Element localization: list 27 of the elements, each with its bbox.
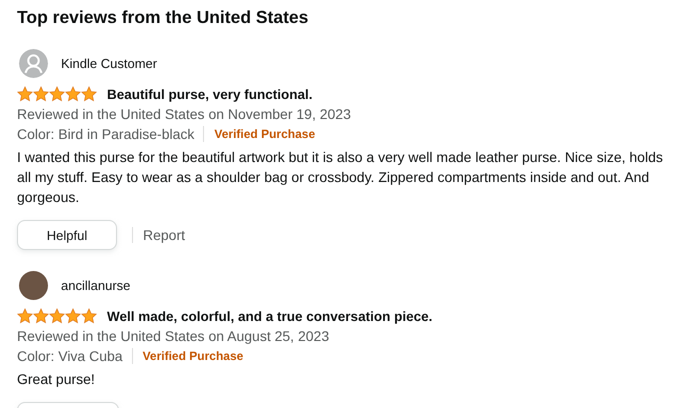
star-icon xyxy=(49,86,65,102)
review-text: I wanted this purse for the beautiful artwork but it is also a very well made leather purse. Nice size, holds all my stuff. Easy to wear as a shoulder bag or crossbody. Zippered compartments inside and out. And gorgeous. xyxy=(17,148,664,207)
avatar-photo-placeholder xyxy=(19,270,48,300)
review-date: Reviewed in the United States on November 19, 2023 xyxy=(17,105,352,124)
star-icon xyxy=(49,308,65,324)
star-icon xyxy=(17,86,33,102)
review-text: Great purse! xyxy=(17,370,96,389)
report-link[interactable]: Report xyxy=(132,227,186,243)
reviewer-name: Kindle Customer xyxy=(61,56,158,70)
review-title[interactable]: Beautiful purse, very functional. xyxy=(107,86,313,102)
star-icon xyxy=(81,308,97,324)
helpful-button[interactable]: Helpful xyxy=(17,220,117,250)
review-date: Reviewed in the United States on August 25, 2023 xyxy=(17,327,330,346)
star-icon xyxy=(81,86,97,102)
star-icon xyxy=(17,308,33,324)
section-heading: Top reviews from the United States xyxy=(17,7,310,28)
avatar-icon xyxy=(19,48,48,78)
review-title[interactable]: Well made, colorful, and a true conversation piece. xyxy=(107,308,432,324)
star-icon xyxy=(65,86,81,102)
verified-purchase-label: Verified Purchase xyxy=(142,349,244,363)
star-icon xyxy=(65,308,81,324)
star-icon xyxy=(33,86,49,102)
verified-purchase-label: Verified Purchase xyxy=(213,127,316,141)
reviewer-name: ancillanurse xyxy=(61,278,130,292)
product-variant: Color: Viva Cuba xyxy=(17,348,133,364)
star-icon xyxy=(33,308,49,324)
product-variant: Color: Bird in Paradise-black xyxy=(17,126,204,142)
